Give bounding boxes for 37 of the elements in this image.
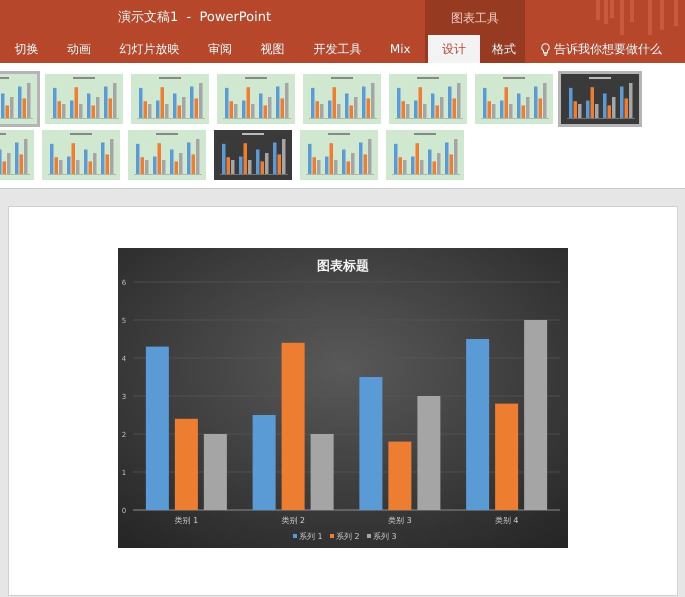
- window-title: 演示文稿1 - PowerPoint: [118, 8, 272, 27]
- context-tab-group-label: 图表工具: [425, 0, 525, 35]
- chart-style-thumbnail[interactable]: [472, 71, 556, 127]
- chart-style-thumbnail[interactable]: [383, 127, 467, 183]
- ribbon-tab[interactable]: Mix: [384, 35, 417, 63]
- ribbon-tab[interactable]: 开发工具: [307, 35, 368, 63]
- chart-title: 图表标题: [317, 259, 369, 274]
- chart-style-thumbnail[interactable]: [386, 71, 470, 127]
- legend-swatch: [367, 534, 371, 538]
- legend-label: 系列 2: [336, 532, 360, 541]
- ribbon-tab[interactable]: 设计: [428, 35, 480, 63]
- tell-me-search[interactable]: 告诉我你想要做什么: [554, 40, 662, 58]
- ribbon-tab[interactable]: 格式: [486, 35, 522, 63]
- legend-swatch: [330, 534, 334, 538]
- chart-style-thumbnail[interactable]: [297, 127, 381, 183]
- chart-style-thumbnail[interactable]: [39, 127, 123, 183]
- x-axis-label: 类别 3: [388, 516, 412, 525]
- x-axis-label: 类别 1: [174, 516, 198, 525]
- chart-style-thumbnail[interactable]: [125, 127, 209, 183]
- ribbon-tab[interactable]: 审阅: [202, 35, 238, 63]
- chart-style-thumbnail[interactable]: [558, 71, 642, 127]
- ribbon-tab[interactable]: 切换: [8, 35, 44, 63]
- chart-style-thumbnail[interactable]: [42, 71, 126, 127]
- ribbon-tab[interactable]: 幻灯片放映: [113, 35, 186, 63]
- chart-style-thumbnail[interactable]: [300, 71, 384, 127]
- ribbon-tab[interactable]: 视图: [254, 35, 291, 63]
- chart-style-thumbnail[interactable]: [128, 71, 212, 127]
- chart-bar: [388, 442, 412, 510]
- legend-label: 系列 3: [373, 532, 397, 541]
- legend-swatch: [293, 534, 297, 538]
- chart-style-thumbnail[interactable]: [211, 127, 295, 183]
- x-axis-label: 类别 4: [494, 516, 518, 525]
- ribbon-tab[interactable]: 动画: [60, 35, 97, 63]
- chart-style-thumbnail[interactable]: [214, 71, 298, 127]
- legend-label: 系列 1: [299, 532, 323, 541]
- x-axis-label: 类别 2: [281, 516, 305, 525]
- lightbulb-icon: [541, 42, 550, 56]
